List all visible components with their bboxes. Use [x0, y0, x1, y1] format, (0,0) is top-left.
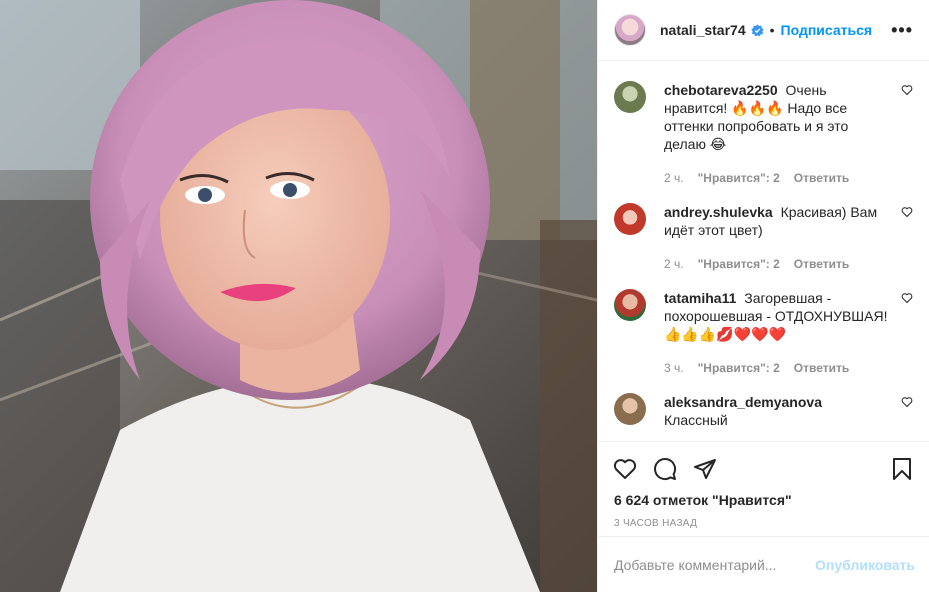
comment-username[interactable]: andrey.shulevka [664, 204, 773, 220]
comment-item: andrey.shulevka Красивая) Вам идёт этот … [614, 203, 913, 273]
reply-button[interactable]: Ответить [794, 169, 849, 187]
post-photo[interactable] [0, 0, 597, 592]
comment-like-heart-icon[interactable] [901, 83, 913, 96]
comment-item: tatamiha11 Загоревшая - похорошевшая - О… [614, 289, 913, 377]
add-comment-bar: Опубликовать [598, 536, 929, 592]
heart-icon[interactable] [612, 456, 638, 482]
publish-button[interactable]: Опубликовать [815, 557, 915, 573]
comment-time[interactable]: 2 ч. [664, 255, 684, 273]
verified-badge-icon [750, 23, 764, 37]
likes-count[interactable]: 6 624 отметок "Нравится" [598, 489, 929, 511]
comment-like-heart-icon[interactable] [901, 395, 913, 408]
comment-username[interactable]: aleksandra_demyanova [664, 394, 822, 410]
comment-item: chebotareva2250 Очень нравится! 🔥🔥🔥 Надо… [614, 81, 913, 187]
comment-time[interactable]: 3 ч. [664, 359, 684, 377]
more-options-icon[interactable]: ••• [891, 21, 913, 39]
post-header: natali_star74 • Подписаться ••• [598, 0, 929, 61]
post-timestamp[interactable]: 3 ЧАСОВ НАЗАД [598, 515, 929, 533]
post-sidebar: natali_star74 • Подписаться ••• chebotar… [597, 0, 929, 592]
comment-text: Классный [664, 412, 728, 428]
post-actions-bar [598, 441, 929, 495]
author-username[interactable]: natali_star74 [660, 22, 746, 38]
paper-plane-icon[interactable] [692, 456, 718, 482]
comments-list[interactable]: chebotareva2250 Очень нравится! 🔥🔥🔥 Надо… [598, 61, 929, 441]
commenter-avatar[interactable] [614, 289, 646, 321]
commenter-avatar[interactable] [614, 393, 646, 425]
comment-like-heart-icon[interactable] [901, 205, 913, 218]
comment-likes[interactable]: "Нравится": 2 [698, 359, 780, 377]
follow-button[interactable]: Подписаться [781, 22, 873, 38]
post-modal: natali_star74 • Подписаться ••• chebotar… [0, 0, 929, 592]
reply-button[interactable]: Ответить [794, 359, 849, 377]
comment-username[interactable]: chebotareva2250 [664, 82, 778, 98]
commenter-avatar[interactable] [614, 81, 646, 113]
comment-time[interactable]: 2 ч. [664, 169, 684, 187]
commenter-avatar[interactable] [614, 203, 646, 235]
reply-button[interactable]: Ответить [794, 255, 849, 273]
selfie-illustration [0, 0, 597, 592]
comment-input[interactable] [614, 556, 816, 573]
comment-likes[interactable]: "Нравится": 2 [698, 169, 780, 187]
header-separator: • [769, 22, 775, 38]
bookmark-icon[interactable] [889, 456, 915, 482]
comment-likes[interactable]: "Нравится": 2 [698, 255, 780, 273]
comment-like-heart-icon[interactable] [901, 291, 913, 304]
author-avatar[interactable] [614, 14, 646, 46]
comment-icon[interactable] [652, 456, 678, 482]
comment-username[interactable]: tatamiha11 [664, 290, 736, 306]
comment-item: aleksandra_demyanova Классный [614, 393, 913, 429]
